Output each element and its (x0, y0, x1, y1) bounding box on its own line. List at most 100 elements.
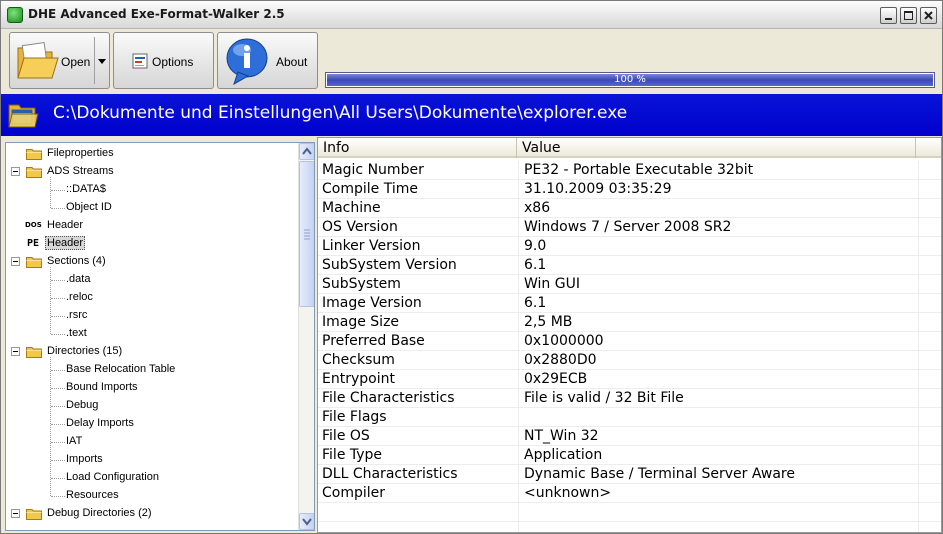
value-cell: 6.1 (519, 294, 919, 313)
table-row[interactable]: DLL Characteristics Dynamic Base / Termin… (318, 465, 941, 484)
table-row[interactable]: File Flags (318, 408, 941, 427)
about-label: About (276, 55, 308, 69)
about-button[interactable]: About (217, 32, 318, 89)
tree-item-label: Delay Imports (66, 417, 134, 429)
value-cell (519, 503, 919, 522)
table-row[interactable]: Machine x86 (318, 199, 941, 218)
table-row[interactable]: Image Version 6.1 (318, 294, 941, 313)
scroll-thumb[interactable] (299, 161, 314, 307)
close-icon (924, 11, 933, 20)
title-bar[interactable]: DHE Advanced Exe-Format-Walker 2.5 (1, 1, 942, 29)
options-button[interactable]: Options (113, 32, 214, 89)
table-row[interactable]: Linker Version 9.0 (318, 237, 941, 256)
table-row[interactable]: Compiler <unknown> (318, 484, 941, 503)
tree-scrollbar[interactable] (298, 143, 314, 530)
value-cell (519, 408, 919, 427)
value-cell: Windows 7 / Server 2008 SR2 (519, 218, 919, 237)
tree-item[interactable]: .data (6, 271, 298, 289)
grip-icon (304, 229, 310, 240)
progress-bar: 100 % (325, 72, 935, 88)
table-row[interactable]: Magic Number PE32 - Portable Executable 3… (318, 161, 941, 180)
maximize-button[interactable] (900, 7, 917, 24)
table-row[interactable]: Entrypoint 0x29ECB (318, 370, 941, 389)
tree-guide-line (51, 388, 65, 389)
info-icon (226, 38, 268, 86)
tree-item-label: Debug Directories (2) (47, 507, 152, 519)
minimize-button[interactable] (880, 7, 897, 24)
info-cell: File OS (318, 427, 519, 446)
tree-item-label: Sections (4) (47, 255, 106, 267)
tree-item-label: .data (66, 273, 91, 285)
table-row[interactable]: Compile Time 31.10.2009 03:35:29 (318, 180, 941, 199)
table-header: Info Value (318, 138, 941, 158)
tree-item[interactable]: IAT (6, 433, 298, 451)
table-row[interactable]: File OS NT_Win 32 (318, 427, 941, 446)
tree-item[interactable]: ::DATA$ (6, 181, 298, 199)
tree-item[interactable]: Resources (6, 487, 298, 505)
value-cell: <unknown> (519, 484, 919, 503)
tree-item[interactable]: .rsrc (6, 307, 298, 325)
tree-item-label: IAT (66, 435, 83, 447)
tree-item[interactable]: Debug Directories (2) (6, 505, 298, 523)
tree-item-label-selected: Header (45, 236, 86, 250)
folder-icon (26, 508, 42, 520)
value-cell: x86 (519, 199, 919, 218)
folder-icon (26, 346, 42, 358)
tree-item[interactable]: .reloc (6, 289, 298, 307)
tree-item-label: ::DATA$ (66, 183, 106, 195)
value-cell: Application (519, 446, 919, 465)
tree-item[interactable]: Fileproperties (6, 145, 298, 163)
value-cell: NT_Win 32 (519, 427, 919, 446)
tree-item[interactable]: Base Relocation Table (6, 361, 298, 379)
tree-item[interactable]: Sections (4) (6, 253, 298, 271)
open-split-divider (94, 37, 95, 84)
collapse-icon[interactable] (11, 167, 20, 176)
tree-item[interactable]: PE Header (6, 235, 298, 253)
tree-item[interactable]: Load Configuration (6, 469, 298, 487)
tree-item[interactable]: ADS Streams (6, 163, 298, 181)
scroll-up-button[interactable] (299, 143, 314, 160)
app-icon (7, 7, 23, 23)
tree-item-label: .reloc (66, 291, 93, 303)
info-cell: File Characteristics (318, 389, 519, 408)
table-row[interactable]: SubSystem Version 6.1 (318, 256, 941, 275)
info-cell: SubSystem (318, 275, 519, 294)
value-cell: File is valid / 32 Bit File (519, 389, 919, 408)
header-info-table: Info Value Magic Number PE32 - Portable E… (317, 137, 942, 533)
tree-item-label: Bound Imports (66, 381, 138, 393)
tree-item-label: .text (66, 327, 87, 339)
table-row[interactable]: SubSystem Win GUI (318, 275, 941, 294)
tree-item[interactable]: Delay Imports (6, 415, 298, 433)
tree-guide-line (51, 496, 65, 497)
table-row[interactable]: Preferred Base 0x1000000 (318, 332, 941, 351)
progress-text: 100 % (614, 74, 646, 85)
chevron-down-icon[interactable] (97, 58, 107, 66)
table-row[interactable]: Image Size 2,5 MB (318, 313, 941, 332)
table-row[interactable]: Checksum 0x2880D0 (318, 351, 941, 370)
open-button[interactable]: Open (9, 32, 110, 89)
structure-tree[interactable]: Fileproperties ADS Streams::DATA$Object I… (5, 142, 315, 531)
tree-item[interactable]: Bound Imports (6, 379, 298, 397)
value-cell: Dynamic Base / Terminal Server Aware (519, 465, 919, 484)
tree-item[interactable]: Imports (6, 451, 298, 469)
value-cell: 6.1 (519, 256, 919, 275)
tree-item[interactable]: .text (6, 325, 298, 343)
tree-item[interactable]: Directories (15) (6, 343, 298, 361)
table-row[interactable]: OS Version Windows 7 / Server 2008 SR2 (318, 218, 941, 237)
info-cell: Image Size (318, 313, 519, 332)
tree-guide-line (51, 460, 65, 461)
scroll-down-button[interactable] (299, 513, 314, 530)
collapse-icon[interactable] (11, 257, 20, 266)
tree-item[interactable]: Object ID (6, 199, 298, 217)
collapse-icon[interactable] (11, 347, 20, 356)
minimize-icon (885, 18, 892, 20)
table-row[interactable]: File Characteristics File is valid / 32 B… (318, 389, 941, 408)
tree-item-label: .rsrc (66, 309, 88, 321)
column-header-info[interactable]: Info (318, 138, 517, 158)
close-button[interactable] (920, 7, 937, 24)
table-row[interactable]: File Type Application (318, 446, 941, 465)
collapse-icon[interactable] (11, 509, 20, 518)
tree-item[interactable]: DOS Header (6, 217, 298, 235)
column-header-value[interactable]: Value (517, 138, 916, 158)
tree-item[interactable]: Debug (6, 397, 298, 415)
